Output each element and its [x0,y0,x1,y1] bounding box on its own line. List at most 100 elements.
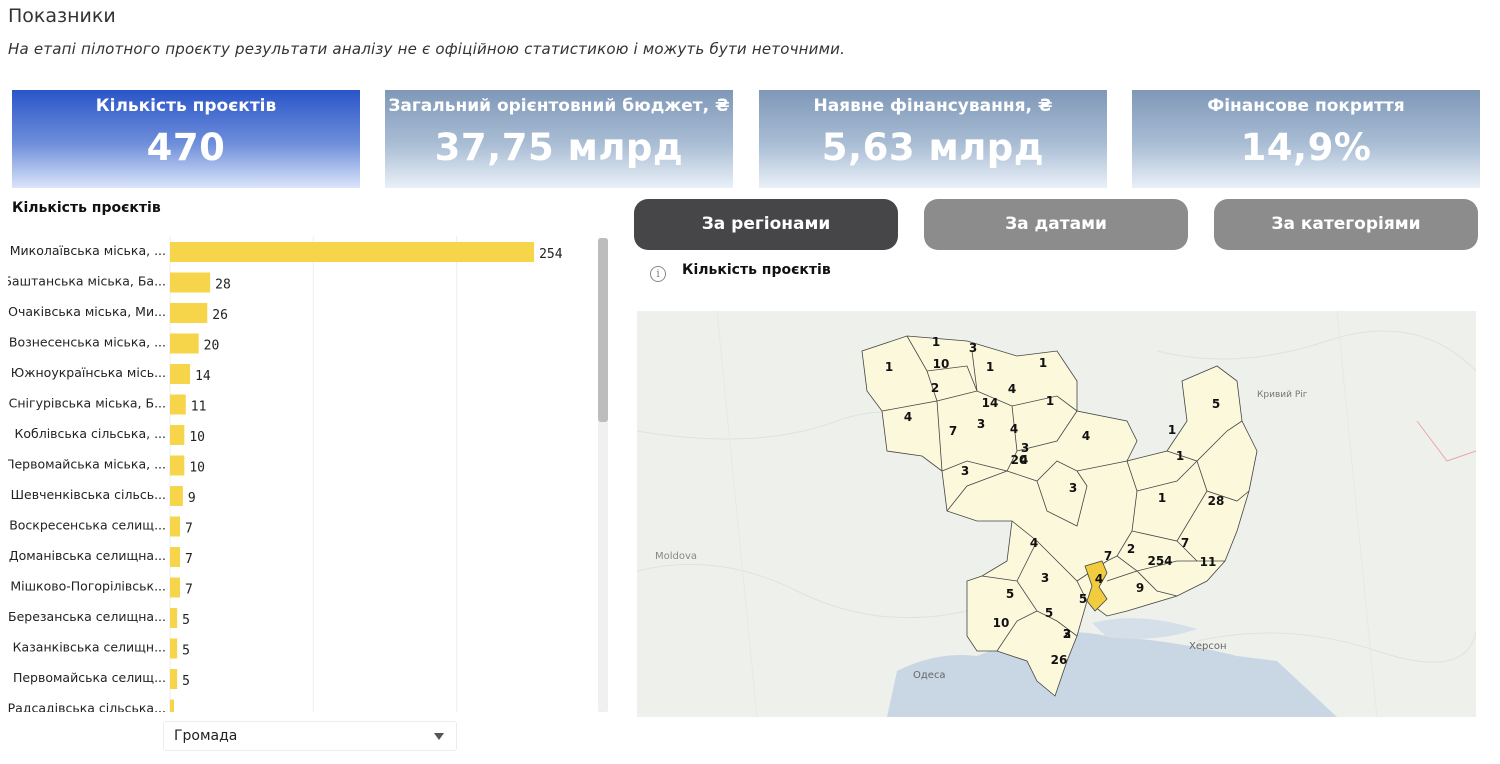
kpi-card-coverage[interactable]: Фінансове покриття 14,9% [1132,90,1480,188]
map-region-value: 14 [982,396,999,410]
bar-category-label: Южноукраїнська місь... [11,365,166,380]
bar-category-label: Казанківська селищн... [13,640,166,655]
bar-category-label: Шевченківська сільсь... [11,487,166,502]
map-region-value: 20 [1011,453,1028,467]
bar-chart-svg: Миколаївська міська, ... 254 Баштанська мі… [8,236,600,712]
bar[interactable] [170,669,178,689]
bar-value-label: 5 [182,613,190,628]
grouping-dropdown[interactable]: Громада [163,721,457,751]
bar-value-label: 26 [212,308,228,323]
map-region-value: 10 [933,357,950,371]
kpi-label: Фінансове покриття [1207,96,1405,116]
map-region-value: 28 [1208,494,1225,508]
tab-by-categories[interactable]: За категоріями [1214,199,1478,250]
kpi-label: Загальний орієнтовний бюджет, ₴ [388,96,730,116]
page-subtitle: На етапі пілотного проєкту результати ан… [8,40,846,58]
bar[interactable] [170,364,191,384]
bar-value-label: 5 [182,674,190,689]
bar[interactable] [170,394,186,415]
bar-category-label: Баштанська міська, Ба... [8,274,166,289]
kpi-value: 5,63 млрд [821,126,1045,169]
bar-category-label: Очаківська міська, Ми... [8,304,166,319]
map-region-value: 7 [1181,536,1189,550]
map-label-kherson: Херсон [1189,641,1227,652]
bar[interactable] [170,577,181,598]
regions-map[interactable]: Moldova Одеса Херсон Кривий Ріг 1 3 1 10 1 1 2… [637,311,1476,717]
bar[interactable] [170,516,181,537]
info-icon[interactable]: i [650,266,666,282]
map-region-value: 1 [1168,423,1176,437]
bar-value-label: 7 [185,583,193,598]
kpi-card-projects[interactable]: Кількість проєктів 470 [12,90,360,188]
map-region-value: 1 [885,360,893,374]
map-region-value: 4 [904,410,912,424]
map-region-value: 3 [1021,441,1029,455]
kpi-card-budget[interactable]: Загальний орієнтовний бюджет, ₴ 37,75 мл… [385,90,733,188]
map-region-value: 9 [1136,581,1144,595]
map-region-value: 3 [969,341,977,355]
bar[interactable] [170,638,178,659]
bar-category-label: Первомайська міська, ... [8,457,166,472]
bar-value-label: 7 [185,522,193,537]
kpi-card-funding[interactable]: Наявне фінансування, ₴ 5,63 млрд [759,90,1107,188]
bar-chart-title: Кількість проєктів [12,200,161,216]
map-region-value: 5 [1045,606,1053,620]
map-region-value: 10 [993,616,1010,630]
bar[interactable] [170,547,181,567]
bar[interactable] [170,333,199,354]
map-region-value: 4 [1082,429,1090,443]
bar[interactable] [170,608,178,628]
map-region-value: 5 [1079,592,1087,606]
map-region-value: 5 [1212,397,1220,411]
bar-category-label: Миколаївська міська, ... [10,243,166,258]
kpi-label: Кількість проєктів [95,96,277,116]
bar[interactable] [170,242,535,262]
map-region-value: 4 [1095,572,1103,586]
map-region-value: 2 [931,381,939,395]
bar-category-label: Радсадівська сільська... [8,701,166,713]
kpi-value: 37,75 млрд [434,126,684,169]
map-region-value: 5 [1006,587,1014,601]
bar-value-label: 10 [189,430,205,445]
map-region-value: 26 [1051,653,1068,667]
page-title: Показники [8,5,116,27]
map-region-value: 7 [1104,549,1112,563]
map-region-value: 1 [1046,394,1054,408]
map-label-kryvyi-rih: Кривий Ріг [1257,390,1308,400]
bar[interactable] [170,486,183,506]
sea-area [887,632,1337,717]
bar-category-label: Доманівська селищна... [9,548,166,563]
map-region-value: 1 [1158,491,1166,505]
kpi-value: 14,9% [1240,126,1372,169]
map-region-value: 4 [1010,422,1018,436]
map-region-value: 3 [1069,481,1077,495]
map-region-value: 1 [986,360,994,374]
kpi-value: 470 [146,126,226,169]
map-region-value: 2 [1063,627,1071,641]
grouping-dropdown-value: Громада [174,728,238,744]
projects-bar-chart: Миколаївська міська, ... 254 Баштанська мі… [8,236,600,712]
bar[interactable] [170,425,185,445]
bar[interactable] [170,455,185,476]
map-label-odesa: Одеса [913,670,946,681]
bar-category-label: Мішково-Погорілівськ... [10,579,166,594]
bar-value-label: 254 [539,247,563,262]
bar[interactable] [170,699,174,713]
map-region-value: 4 [1008,382,1016,396]
tab-by-dates[interactable]: За датами [924,199,1188,250]
bar[interactable] [170,272,211,293]
bar-category-label: Коблівська сільська, ... [14,426,166,441]
bar-value-label: 20 [204,339,220,354]
tab-by-regions[interactable]: За регіонами [634,199,898,250]
map-region-value: 1 [932,335,940,349]
map-region-value: 2 [1127,542,1135,556]
chevron-down-icon [434,733,444,740]
bar[interactable] [170,303,208,323]
map-region-value: 3 [961,464,969,478]
bar-chart-scrollbar-thumb[interactable] [598,238,608,422]
map-label-moldova: Moldova [655,551,697,562]
kpi-label: Наявне фінансування, ₴ [813,96,1053,116]
bar-category-label: Воскресенська селищ... [9,518,166,533]
bar-value-label: 10 [189,461,205,476]
bar-value-label: 9 [188,491,196,506]
